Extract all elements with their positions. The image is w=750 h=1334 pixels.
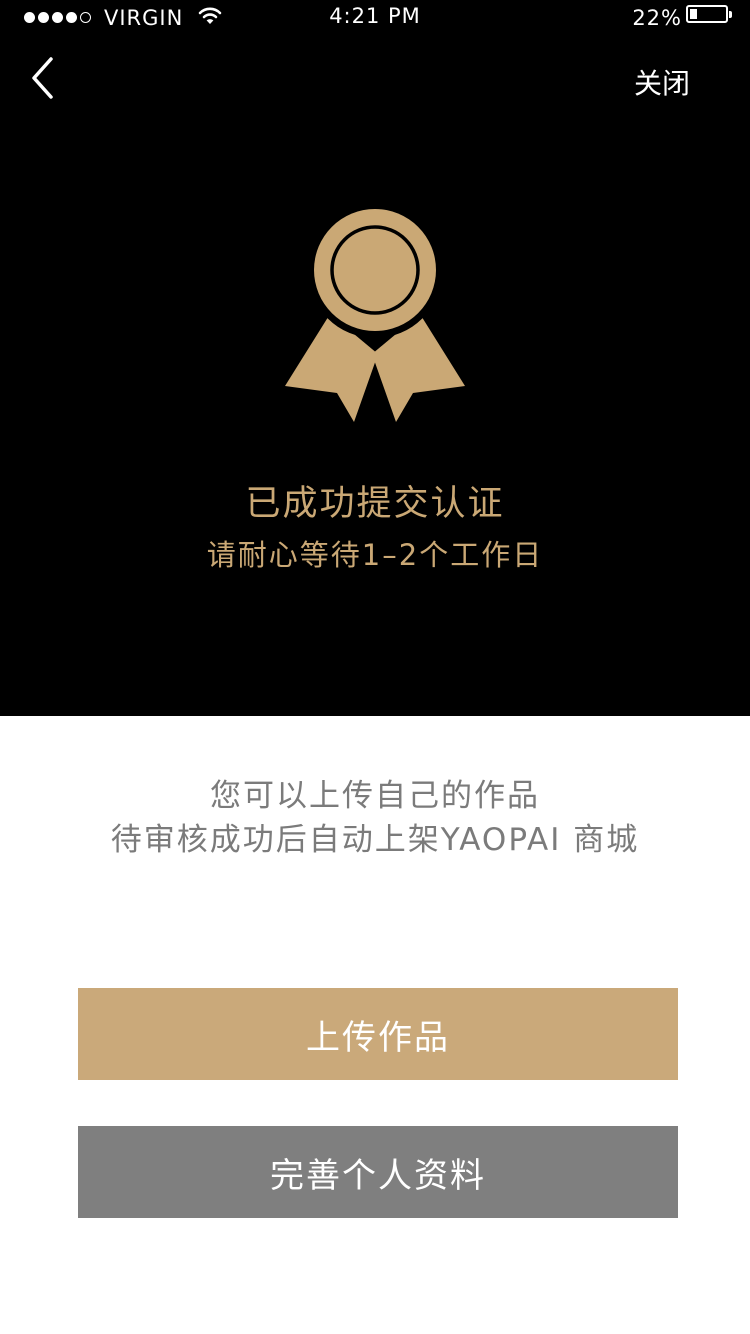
hero-title: 已成功提交认证 (245, 484, 505, 524)
header-panel: VIRGIN 4:21 PM 22% 关闭 已成功提交认证 请耐心等待1–2个工… (0, 0, 750, 716)
award-ribbon-icon (282, 204, 468, 424)
info-text-line-2: 待审核成功后自动上架YAOPAI 商城 (110, 822, 640, 858)
battery-icon (686, 5, 728, 23)
battery-level (690, 9, 697, 19)
status-bar: VIRGIN 4:21 PM 22% (0, 0, 750, 40)
hero-subtitle: 请耐心等待1–2个工作日 (206, 538, 544, 572)
back-button[interactable] (26, 54, 66, 104)
upload-works-button[interactable]: 上传作品 (78, 988, 678, 1080)
battery-cap (729, 11, 732, 18)
close-button[interactable]: 关闭 (634, 62, 690, 102)
info-text-line-1: 您可以上传自己的作品 (210, 778, 540, 814)
chevron-left-icon (32, 57, 53, 99)
complete-profile-button[interactable]: 完善个人资料 (78, 1126, 678, 1218)
battery-percent: 22% (632, 6, 682, 30)
